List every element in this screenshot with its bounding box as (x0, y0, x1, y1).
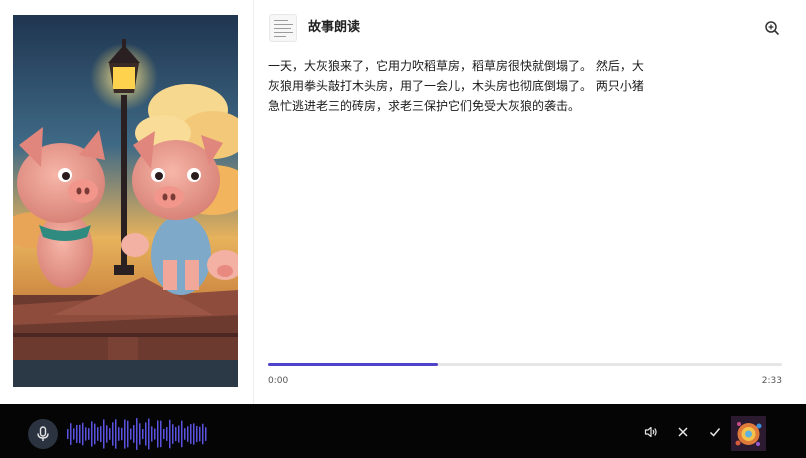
waveform-bar (172, 424, 174, 444)
waveform-bar (82, 422, 84, 446)
playback-progress-fill (268, 363, 438, 366)
waveform-bar (139, 423, 141, 445)
waveform-bar (184, 428, 186, 440)
waveform-bar (166, 427, 168, 441)
volume-button[interactable] (644, 424, 658, 438)
waveform-bar (157, 420, 159, 448)
check-icon (709, 428, 721, 437)
waveform-bar (118, 427, 120, 441)
waveform-bar (97, 427, 99, 441)
story-text: 一天，大灰狼来了，它用力吹稻草房，稻草房很快就倒塌了。 然后，大灰狼用拳头敲打木… (268, 59, 644, 113)
total-time: 2:33 (761, 376, 782, 386)
waveform-bar (106, 425, 108, 443)
story-illustration (13, 15, 238, 387)
waveform-bar (94, 423, 96, 445)
avatar-image (731, 416, 766, 451)
page-title: 故事朗读 (308, 20, 361, 35)
voice-input-bar (0, 404, 806, 458)
zoom-in-button[interactable] (764, 20, 780, 36)
waveform-bar (127, 420, 129, 448)
waveform-bar (154, 428, 156, 440)
waveform-bar (169, 419, 171, 449)
close-icon (678, 427, 688, 437)
confirm-button[interactable] (708, 424, 722, 438)
waveform-bar (163, 428, 165, 440)
waveform-bar (91, 421, 93, 447)
waveform-bar (121, 427, 123, 441)
waveform-bar (145, 422, 147, 446)
waveform-bar (142, 429, 144, 440)
zoom-in-icon (765, 21, 779, 35)
waveform-bar (181, 420, 183, 448)
waveform-bar (109, 428, 111, 440)
close-button[interactable] (676, 424, 690, 438)
waveform-bar (133, 425, 135, 443)
microphone-icon (37, 426, 49, 441)
waveform-bar (202, 423, 204, 445)
waveform-bar (85, 427, 87, 441)
waveform-bar (187, 426, 189, 442)
microphone-button[interactable] (28, 419, 58, 449)
waveform-bar (79, 424, 81, 444)
waveform-bar (115, 419, 117, 449)
story-header: 故事朗读 (269, 14, 784, 42)
waveform-bar (103, 419, 105, 449)
current-time: 0:00 (268, 376, 289, 386)
waveform-bar (193, 423, 195, 445)
waveform-bar (112, 422, 114, 446)
panel-divider (253, 0, 254, 404)
waveform-bar (178, 425, 180, 443)
playback-progress-bar[interactable] (268, 363, 782, 366)
waveform-bar (199, 426, 201, 442)
three-pigs-image (13, 15, 238, 387)
waveform-bar (124, 419, 126, 449)
audio-waveform (67, 418, 207, 450)
waveform-bar (205, 427, 207, 441)
waveform-bar (136, 418, 138, 450)
waveform-bar (151, 426, 153, 442)
waveform-bar (148, 418, 150, 450)
waveform-bar (88, 428, 90, 440)
waveform-bar (175, 427, 177, 441)
story-reader-window: 故事朗读 一天，大灰狼来了，它用力吹稻草房，稻草房很快就倒塌了。 然后，大灰狼用… (0, 0, 806, 458)
waveform-bar (73, 428, 75, 440)
document-thumbnail (269, 14, 297, 42)
waveform-bar (196, 426, 198, 442)
waveform-bar (100, 426, 102, 442)
waveform-bar (70, 423, 72, 445)
waveform-bar (160, 420, 162, 448)
waveform-bar (67, 429, 69, 439)
volume-icon (644, 426, 657, 438)
waveform-bar (190, 424, 192, 444)
assistant-avatar[interactable] (731, 416, 766, 451)
waveform-bar (130, 428, 132, 440)
waveform-bar (76, 425, 78, 443)
